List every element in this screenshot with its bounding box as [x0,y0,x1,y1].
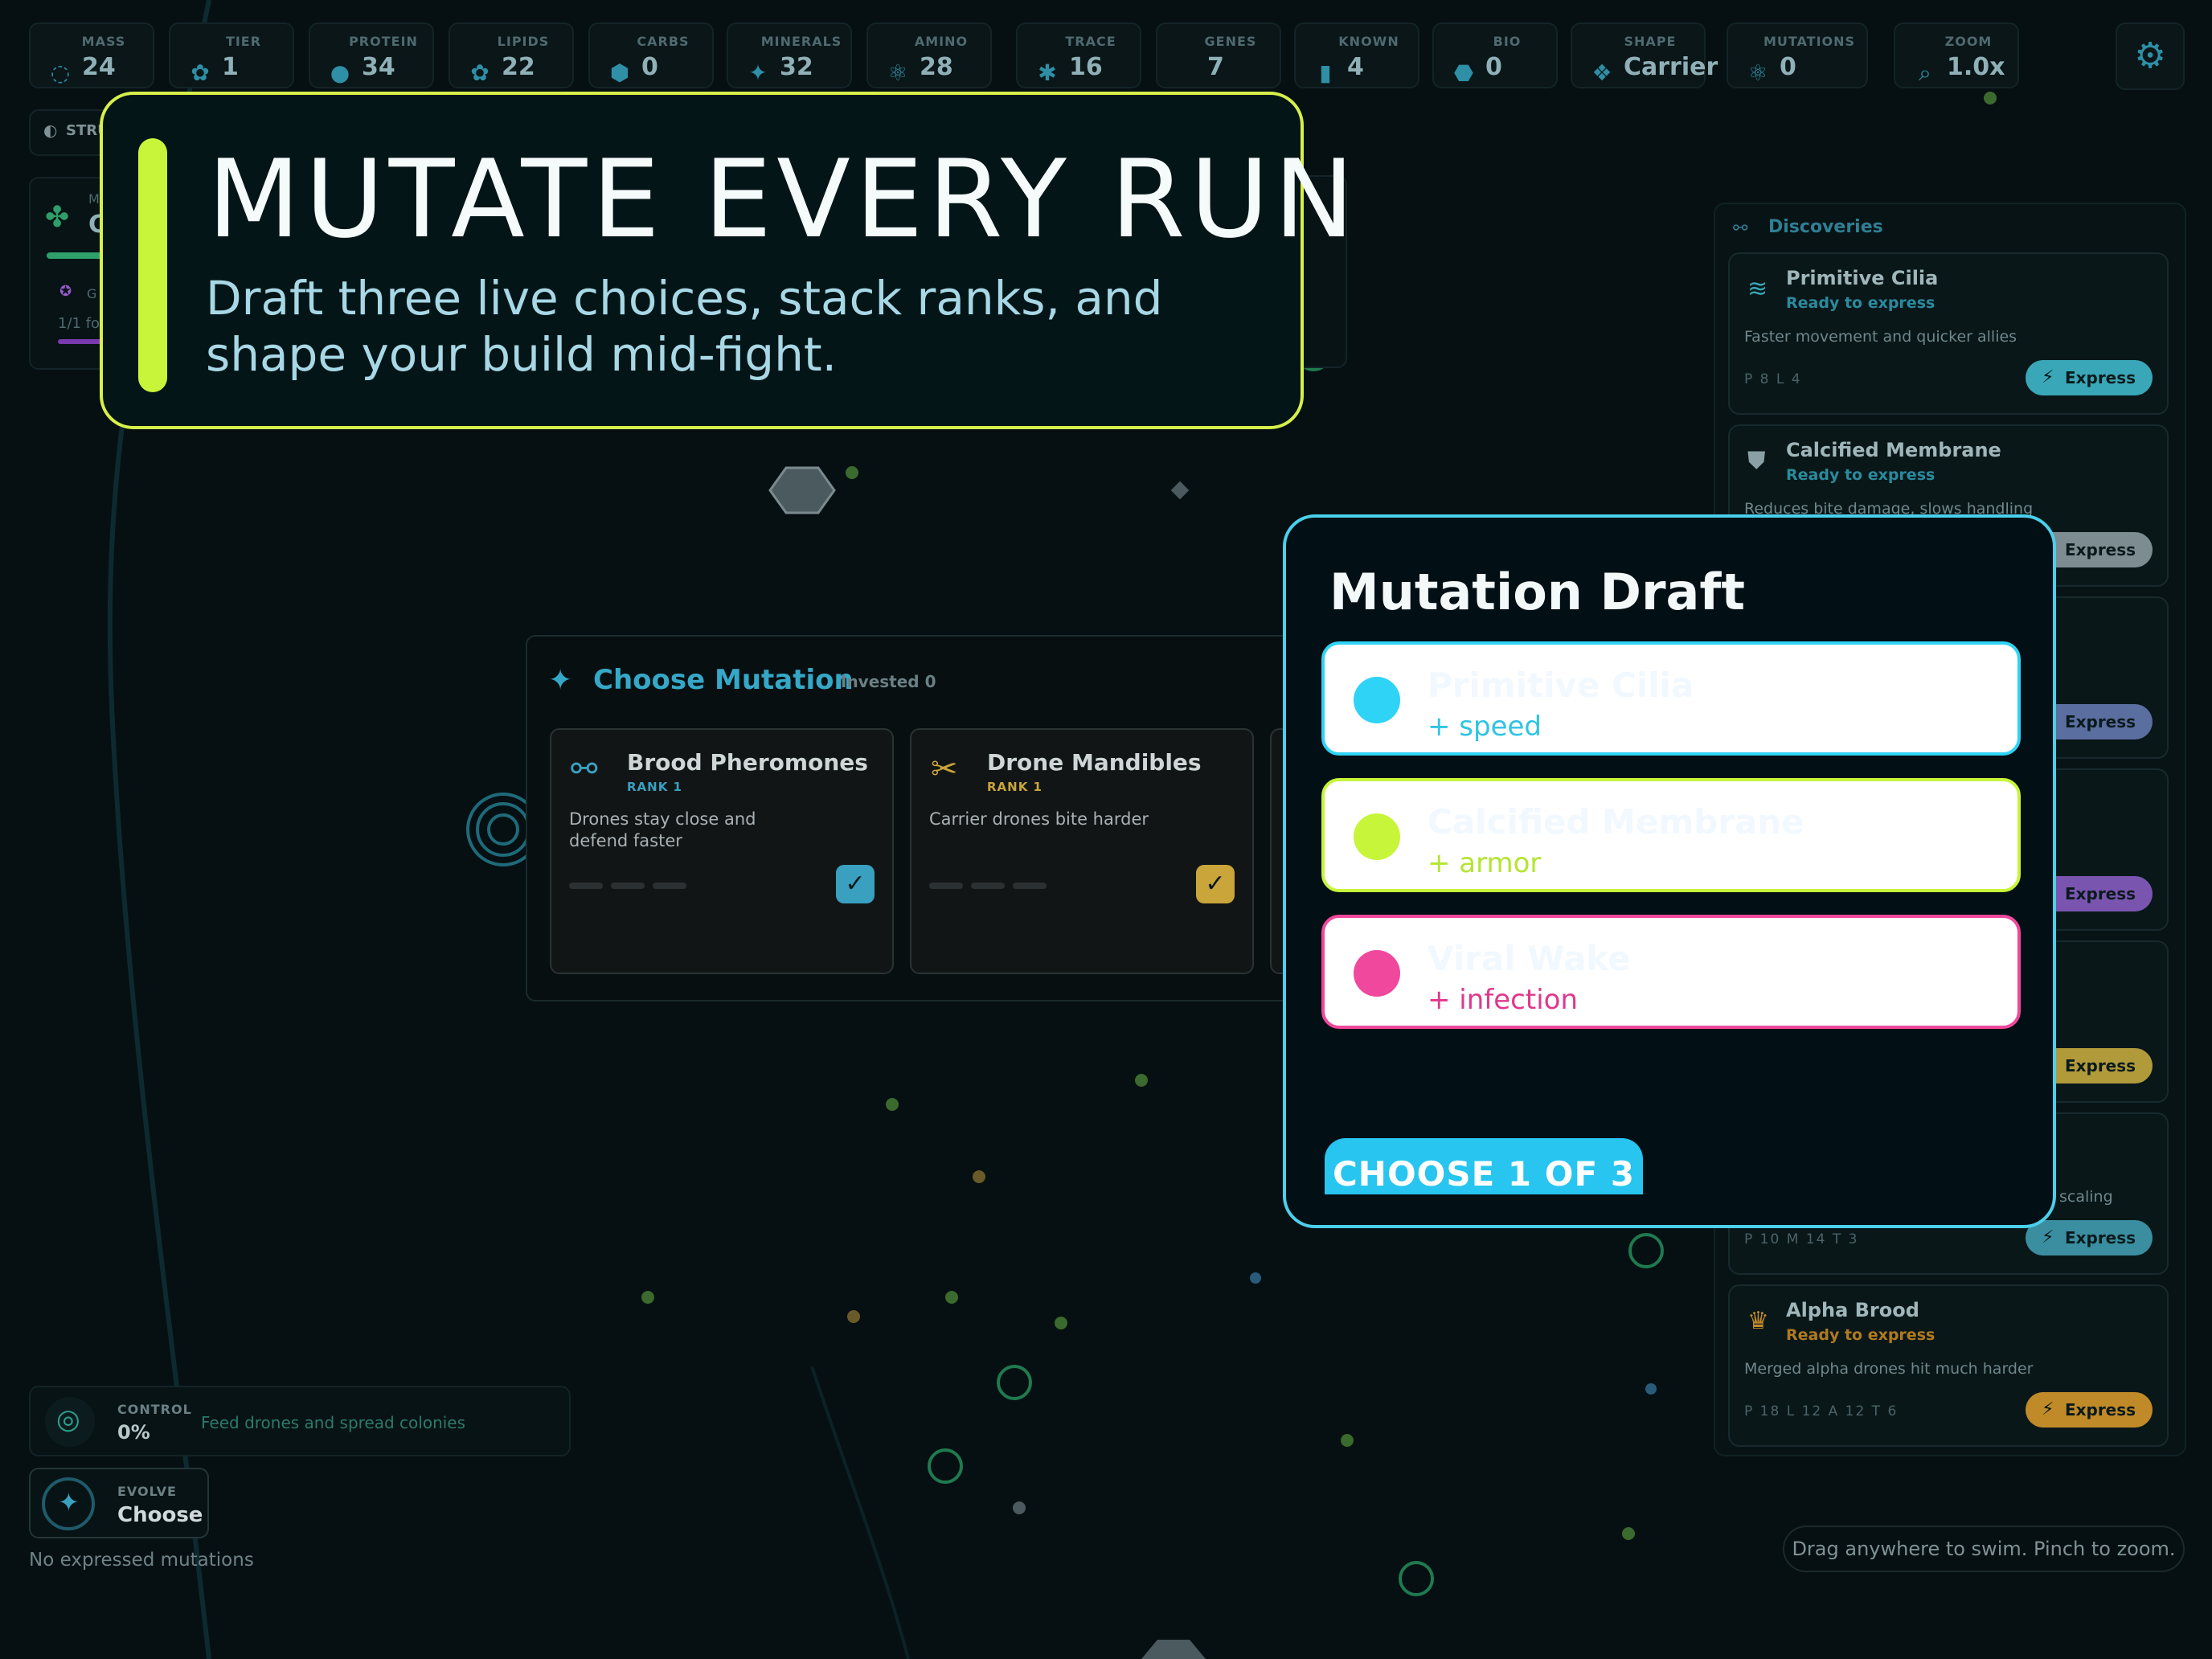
choose-one-of-three-button[interactable]: CHOOSE 1 OF 3 [1325,1138,1643,1194]
rank-pip [971,883,1005,889]
check-icon[interactable]: ✓ [1196,865,1235,903]
option-dot [1354,677,1400,723]
control-panel: ◎ CONTROL 0% Feed drones and spread colo… [29,1386,571,1456]
scissors-icon: ✂ [931,751,958,788]
stat-lipids: LIPIDS ✿ 22 [449,23,574,88]
stat-tier: TIER ✿ 1 [169,23,294,88]
rank-pip [1013,883,1047,889]
drag-hint: Drag anywhere to swim. Pinch to zoom. [1783,1526,2185,1572]
stat-minerals: MINERALS ✦ 32 [727,23,852,88]
stat-known: KNOWN ▮ 4 [1294,23,1419,88]
hero-accent-bar [138,138,167,392]
amino-atom-icon: ⚛ [887,59,908,86]
option-dot [1354,813,1400,860]
cilia-wave-icon: ≋ [1747,275,1768,303]
mass-ring-icon: ◌ [50,59,71,86]
stat-zoom[interactable]: ZOOM ⌕ 1.0x [1894,23,2019,88]
stat-mutations: MUTATIONS ⚛ 0 [1727,23,1868,88]
mutation-card-brood-pheromones[interactable]: ⚯ Brood Pheromones RANK 1 Drones stay cl… [550,728,894,974]
stat-bio: BIO ⬣ 0 [1432,23,1558,88]
discoveries-icon: ⚯ [1733,219,1748,239]
discovery-card-alpha-brood[interactable]: ♛ Alpha Brood Ready to express Merged al… [1728,1284,2169,1447]
check-icon[interactable]: ✓ [836,865,875,903]
bolt-icon: ⚡ [2042,1399,2054,1419]
carbs-hexagon-icon: ⬢ [609,59,630,86]
target-icon: ◎ [56,1403,80,1436]
hero-subtitle: Draft three live choices, stack ranks, a… [206,271,1163,382]
pheromone-network-icon: ⚯ [571,751,598,788]
mutation-draft-modal: Mutation Draft Primitive Cilia + speed C… [1283,514,2056,1228]
rank-pip [653,883,686,889]
sparkle-icon: ✦ [548,664,573,697]
crown-icon: ♛ [1747,1307,1769,1335]
mutation-card-drone-mandibles[interactable]: ✂ Drone Mandibles RANK 1 Carrier drones … [910,728,1254,974]
discoveries-title: Discoveries [1768,217,1883,237]
settings-button[interactable]: ⚙ [2116,23,2185,90]
choose-mutation-title: Choose Mutation [593,664,854,696]
stat-protein: PROTEIN ● 34 [309,23,434,88]
tier-cluster-icon: ✿ [190,59,210,86]
stat-mass: MASS ◌ 24 [29,23,154,88]
protein-drop-icon: ● [330,59,350,86]
draft-title: Mutation Draft [1329,563,1746,621]
hero-title: MUTATE EVERY RUN [207,137,1359,262]
rank-pip [611,883,645,889]
evolve-ring: ✦ [42,1477,95,1530]
express-button[interactable]: ⚡Express [2026,1220,2153,1256]
control-ring: ◎ [45,1397,95,1447]
trace-asterisk-icon: ✱ [1038,59,1057,86]
zoom-magnifier-icon: ⌕ [1919,59,1931,86]
draft-option-calcified-membrane[interactable]: Calcified Membrane + armor [1321,778,2021,892]
bio-blob-icon: ⬣ [1453,59,1474,86]
draft-option-viral-wake[interactable]: Viral Wake + infection [1321,915,2021,1029]
rank-pip [569,883,603,889]
sparkle-icon: ✦ [58,1487,80,1518]
stat-genes: GENES 7 [1156,23,1281,88]
shield-icon: ◐ [43,121,58,140]
mutations-atom-icon: ⚛ [1747,59,1768,86]
bolt-icon: ⚡ [2042,367,2054,387]
no-mutations-text: No expressed mutations [29,1550,254,1571]
stat-trace: TRACE ✱ 16 [1016,23,1141,88]
gear-icon: ⚙ [2134,35,2166,76]
stat-shape: SHAPE ❖ Carrier [1571,23,1718,88]
minerals-sparkle-icon: ✦ [748,59,768,86]
bolt-icon: ⚡ [2042,1227,2054,1247]
stat-carbs: CARBS ⬢ 0 [588,23,714,88]
lipids-cluster-icon: ✿ [470,59,490,86]
stat-amino: AMINO ⚛ 28 [866,23,992,88]
discovery-card-primitive-cilia[interactable]: ≋ Primitive Cilia Ready to express Faste… [1728,252,2169,415]
shield-icon: ⛊ [1747,447,1766,475]
draft-option-primitive-cilia[interactable]: Primitive Cilia + speed [1321,641,2021,756]
option-dot [1354,950,1400,997]
rank-pip [929,883,963,889]
evolve-button[interactable]: ✦ EVOLVE Choose [29,1468,209,1538]
invested-count: Invested 0 [841,672,936,691]
known-book-icon: ▮ [1319,59,1332,86]
goal-badge-icon: ✪ [59,283,72,300]
shape-diamond-icon: ❖ [1591,59,1612,86]
hero-banner: MUTATE EVERY RUN Draft three live choice… [100,92,1354,429]
cluster-icon: ✤ [45,201,70,234]
express-button[interactable]: ⚡Express [2026,360,2153,395]
express-button[interactable]: ⚡Express [2026,1392,2153,1428]
